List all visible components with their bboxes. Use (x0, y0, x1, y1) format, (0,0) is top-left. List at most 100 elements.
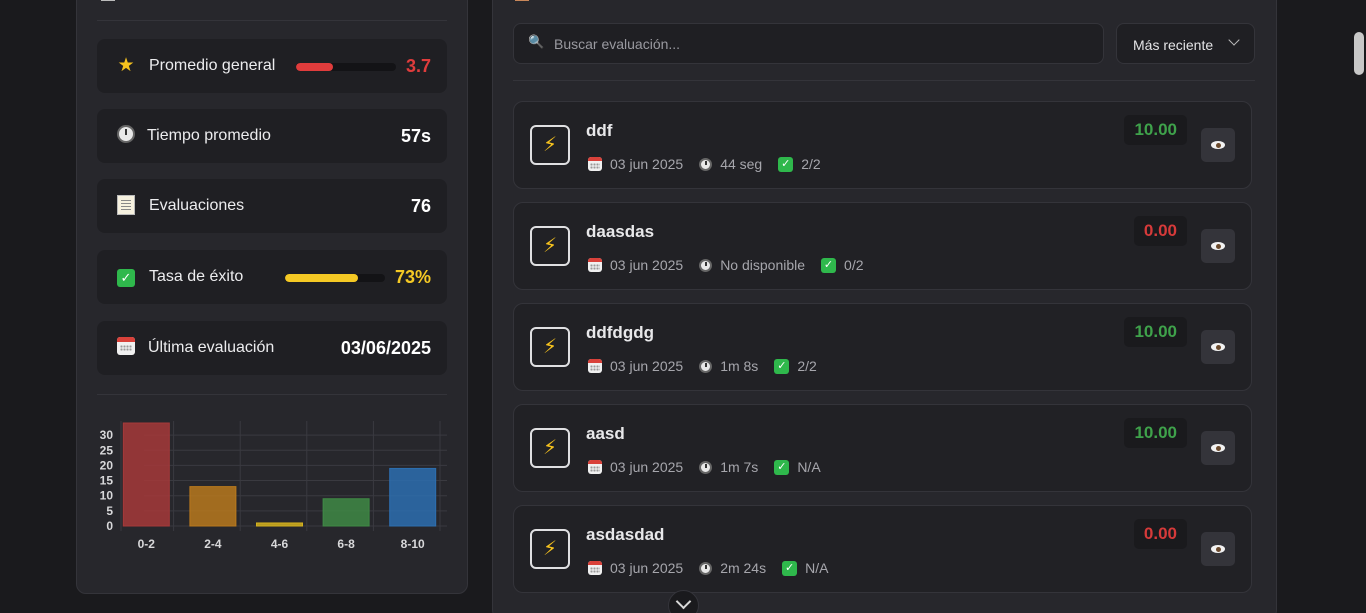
stat-label: Promedio general (149, 57, 276, 74)
calendar-icon (588, 258, 602, 272)
evaluation-duration: 2m 24s (720, 560, 767, 576)
stat-label: Tasa de éxito (149, 268, 244, 285)
evaluation-correct: N/A (797, 459, 821, 475)
view-eye-button[interactable] (1201, 431, 1235, 465)
calendar-icon (588, 157, 602, 171)
lightning-icon: ⚡ (530, 226, 570, 266)
lightning-icon: ⚡ (530, 327, 570, 367)
x-tick-label: 0-2 (138, 537, 156, 551)
panel-header-icon (515, 0, 529, 1)
evaluation-score: 10.00 (1124, 115, 1187, 145)
y-tick-label: 0 (106, 519, 113, 533)
evaluation-correct: N/A (805, 560, 829, 576)
evaluation-name: asdasdad (586, 525, 665, 544)
scrollbar-thumb[interactable] (1354, 32, 1364, 75)
lightning-icon: ⚡ (530, 428, 570, 468)
evaluation-name: ddfdgdg (586, 323, 654, 342)
panel-divider (97, 394, 447, 395)
evaluation-score: 10.00 (1124, 418, 1187, 448)
bar-8-10[interactable] (389, 467, 437, 527)
memo-icon (115, 195, 137, 217)
stat-value: 57s (400, 126, 431, 146)
bar-4-6[interactable] (256, 522, 303, 527)
check-icon: ✓ (115, 266, 137, 288)
evaluation-meta: 03 jun 2025 2m 24s ✓ N/A (588, 559, 828, 577)
list-divider (513, 80, 1255, 81)
evaluation-card[interactable]: ⚡ aasd 03 jun 2025 1m 7s ✓ N/A 10.00 (513, 404, 1252, 492)
bar-6-8[interactable] (322, 498, 370, 527)
lightning-icon: ⚡ (530, 529, 570, 569)
stat-label: Tiempo promedio (147, 127, 271, 144)
stopwatch-icon (699, 561, 713, 575)
check-icon: ✓ (774, 459, 790, 475)
evaluation-card[interactable]: ⚡ daasdas 03 jun 2025 No disponible ✓ 0/2… (513, 202, 1252, 290)
panel-divider (97, 20, 447, 21)
stopwatch-icon (699, 258, 713, 272)
stat-promedio-general: ★ Promedio general 3.7 (97, 39, 447, 93)
calendar-icon (588, 359, 602, 373)
star-icon: ★ (117, 55, 135, 76)
view-eye-button[interactable] (1201, 532, 1235, 566)
stat-ultima-evaluacion: Última evaluación 03/06/2025 (97, 321, 447, 375)
x-tick-label: 2-4 (204, 537, 222, 551)
search-box[interactable]: 🔍 (513, 23, 1104, 64)
evaluation-name: ddf (586, 121, 613, 140)
evaluation-date: 03 jun 2025 (610, 156, 684, 172)
y-tick-label: 5 (106, 504, 113, 518)
evaluation-date: 03 jun 2025 (610, 358, 684, 374)
sort-select[interactable]: Más reciente (1116, 23, 1255, 64)
evaluation-date: 03 jun 2025 (610, 560, 684, 576)
evaluation-card[interactable]: ⚡ asdasdad 03 jun 2025 2m 24s ✓ N/A 0.00 (513, 505, 1252, 593)
stat-value: 73% (394, 267, 431, 287)
check-icon: ✓ (782, 560, 798, 576)
y-tick-label: 25 (100, 443, 114, 457)
stat-value: 03/06/2025 (340, 338, 431, 358)
scroll-down-button[interactable] (668, 590, 699, 613)
evaluation-name: daasdas (586, 222, 655, 241)
stat-label: Evaluaciones (149, 197, 245, 214)
stat-value: 3.7 (405, 56, 431, 76)
sort-label: Más reciente (1133, 37, 1214, 53)
evaluations-panel: 🔍 Más reciente ⚡ ddf 03 jun 2025 44 seg … (492, 0, 1277, 613)
search-icon: 🔍 (528, 34, 545, 49)
evaluation-duration: 1m 7s (720, 459, 759, 475)
x-tick-label: 8-10 (401, 537, 425, 551)
search-input[interactable] (554, 34, 1084, 54)
calendar-icon (588, 561, 602, 575)
average-progress-bar (296, 63, 396, 71)
stopwatch-icon (115, 125, 137, 147)
panel-header-icon (101, 0, 115, 1)
check-icon: ✓ (778, 156, 794, 172)
evaluation-meta: 03 jun 2025 1m 7s ✓ N/A (588, 458, 821, 476)
evaluation-meta: 03 jun 2025 No disponible ✓ 0/2 (588, 256, 864, 274)
success-progress-fill (285, 274, 358, 282)
evaluation-correct: 2/2 (801, 156, 821, 172)
view-eye-button[interactable] (1201, 229, 1235, 263)
check-icon: ✓ (774, 358, 790, 374)
view-eye-button[interactable] (1201, 128, 1235, 162)
chevron-down-icon (1228, 34, 1240, 46)
y-tick-label: 15 (100, 474, 114, 488)
x-tick-label: 4-6 (271, 537, 289, 551)
stopwatch-icon (699, 460, 713, 474)
lightning-icon: ⚡ (530, 125, 570, 165)
evaluation-correct: 0/2 (844, 257, 864, 273)
x-tick-label: 6-8 (337, 537, 355, 551)
score-distribution-chart: 051015 202530 0-2 2-4 4-6 6-8 8-10 (100, 421, 447, 551)
average-progress-fill (296, 63, 333, 71)
stat-evaluaciones: Evaluaciones 76 (97, 179, 447, 233)
evaluation-card[interactable]: ⚡ ddf 03 jun 2025 44 seg ✓ 2/2 10.00 (513, 101, 1252, 189)
page-scrollbar[interactable] (1352, 0, 1366, 613)
y-tick-label: 30 (100, 428, 114, 442)
calendar-icon (115, 337, 137, 359)
evaluation-meta: 03 jun 2025 1m 8s ✓ 2/2 (588, 357, 817, 375)
view-eye-button[interactable] (1201, 330, 1235, 364)
bar-2-4[interactable] (189, 486, 237, 527)
y-tick-label: 20 (100, 458, 114, 472)
bar-0-2[interactable] (122, 422, 170, 527)
evaluation-correct: 2/2 (797, 358, 817, 374)
stat-tasa-exito: ✓ Tasa de éxito 73% (97, 250, 447, 304)
evaluation-score: 10.00 (1124, 317, 1187, 347)
y-tick-label: 10 (100, 489, 114, 503)
evaluation-card[interactable]: ⚡ ddfdgdg 03 jun 2025 1m 8s ✓ 2/2 10.00 (513, 303, 1252, 391)
